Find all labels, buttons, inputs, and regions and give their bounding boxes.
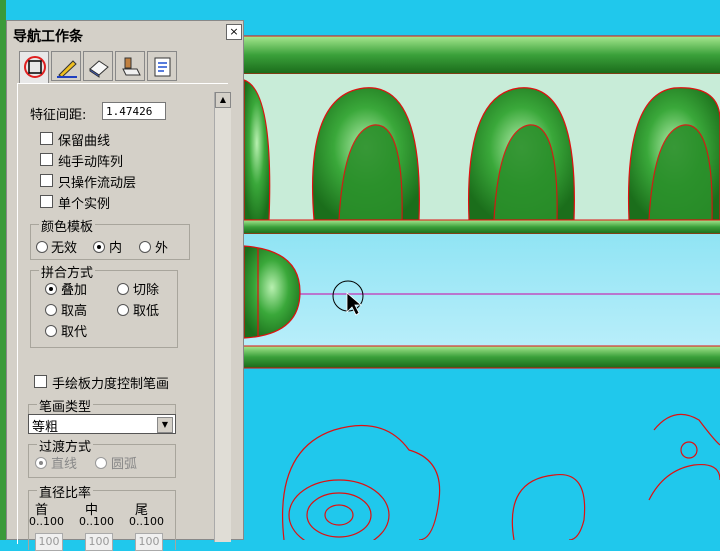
checkbox-single-instance-label: 单个实例 bbox=[58, 197, 111, 212]
radio-transition-arc[interactable] bbox=[95, 457, 107, 469]
radio-transition-line[interactable] bbox=[35, 457, 47, 469]
tool-tabs bbox=[19, 51, 219, 83]
checkbox-tablet-pressure[interactable] bbox=[34, 375, 47, 388]
radio-merge-replace[interactable] bbox=[45, 325, 57, 337]
radio-color-outer-label: 外 bbox=[155, 241, 169, 256]
radio-color-inner-label: 内 bbox=[109, 241, 123, 256]
color-template-group: 颜色模板 无效 内 外 bbox=[30, 216, 190, 260]
radio-transition-line-label: 直线 bbox=[51, 457, 78, 472]
checkbox-tablet-pressure-label: 手绘板力度控制笔画 bbox=[52, 377, 170, 392]
relief-canvas[interactable] bbox=[244, 0, 720, 540]
checkbox-keep-curve-label: 保留曲线 bbox=[58, 134, 111, 149]
stamp-icon bbox=[122, 57, 141, 76]
panel-content: ▲ 特征间距: 1.47426 保留曲线 纯手动阵列 只操作流动层 单个实例 颜… bbox=[17, 83, 231, 551]
radio-merge-stack-label: 叠加 bbox=[61, 283, 88, 298]
radio-merge-high[interactable] bbox=[45, 304, 57, 316]
ratio-head-range: 0..100 bbox=[29, 515, 64, 528]
chevron-down-icon[interactable]: ▼ bbox=[157, 417, 173, 433]
top-relief-bar bbox=[244, 36, 720, 74]
checkbox-manual-array[interactable] bbox=[40, 153, 53, 166]
checkbox-flow-layer-only-label: 只操作流动层 bbox=[58, 176, 137, 191]
scroll-up-arrow-icon[interactable]: ▲ bbox=[215, 92, 231, 108]
document-icon bbox=[154, 57, 171, 77]
radio-color-none-label: 无效 bbox=[51, 241, 78, 256]
tab-eraser[interactable] bbox=[83, 51, 113, 81]
navigation-toolbar-panel: 导航工作条 × ▲ 特征间距: 1.47426 保留曲线 纯手动阵列 只操作流动… bbox=[6, 20, 244, 551]
ratio-mid-range: 0..100 bbox=[79, 515, 114, 528]
checkbox-flow-layer-only[interactable] bbox=[40, 174, 53, 187]
stroke-type-value: 等粗 bbox=[32, 420, 59, 435]
radio-merge-cut[interactable] bbox=[117, 283, 129, 295]
middle-relief-bar bbox=[244, 220, 720, 234]
tab-stamp[interactable] bbox=[115, 51, 145, 81]
radio-merge-low[interactable] bbox=[117, 304, 129, 316]
feature-spacing-input[interactable]: 1.47426 bbox=[102, 102, 166, 120]
tab-circle-frame[interactable] bbox=[19, 51, 49, 83]
tab-document[interactable] bbox=[147, 51, 177, 81]
radio-color-none[interactable] bbox=[36, 241, 48, 253]
checkbox-single-instance[interactable] bbox=[40, 195, 53, 208]
light-band bbox=[244, 234, 720, 346]
radio-merge-replace-label: 取代 bbox=[61, 325, 88, 340]
radio-merge-high-label: 取高 bbox=[61, 304, 88, 319]
color-template-title: 颜色模板 bbox=[39, 216, 96, 235]
tab-pen[interactable] bbox=[51, 51, 81, 81]
panel-title: 导航工作条 bbox=[13, 29, 83, 45]
checkbox-manual-array-label: 纯手动阵列 bbox=[58, 155, 124, 170]
radio-merge-low-label: 取低 bbox=[133, 304, 160, 319]
radio-transition-arc-label: 圆弧 bbox=[111, 457, 138, 472]
circle-frame-icon bbox=[24, 56, 46, 78]
eraser-icon bbox=[89, 60, 109, 78]
lower-relief-bar bbox=[244, 346, 720, 368]
pen-icon bbox=[57, 60, 77, 78]
panel-titlebar: 导航工作条 × bbox=[7, 21, 243, 45]
ratio-tail-input[interactable]: 100 bbox=[135, 533, 163, 551]
feature-spacing-label: 特征间距: bbox=[30, 108, 87, 123]
diameter-ratio-group: 直径比率 首 中 尾 0..100 0..100 0..100 100 100 … bbox=[28, 482, 176, 551]
merge-mode-group: 拼合方式 叠加 切除 取高 取低 取代 bbox=[30, 262, 178, 348]
ratio-tail-range: 0..100 bbox=[129, 515, 164, 528]
close-button[interactable]: × bbox=[226, 24, 242, 40]
stroke-type-title: 笔画类型 bbox=[37, 396, 94, 415]
transition-group: 过渡方式 直线 圆弧 bbox=[28, 436, 176, 478]
checkbox-keep-curve[interactable] bbox=[40, 132, 53, 145]
ratio-mid-input[interactable]: 100 bbox=[85, 533, 113, 551]
radio-merge-stack[interactable] bbox=[45, 283, 57, 295]
radio-color-outer[interactable] bbox=[139, 241, 151, 253]
panel-scrollbar[interactable]: ▲ bbox=[214, 92, 231, 542]
radio-merge-cut-label: 切除 bbox=[133, 283, 160, 298]
stroke-type-select[interactable]: 等粗 ▼ bbox=[28, 414, 176, 435]
radio-color-inner[interactable] bbox=[93, 241, 105, 253]
ratio-head-input[interactable]: 100 bbox=[35, 533, 63, 551]
